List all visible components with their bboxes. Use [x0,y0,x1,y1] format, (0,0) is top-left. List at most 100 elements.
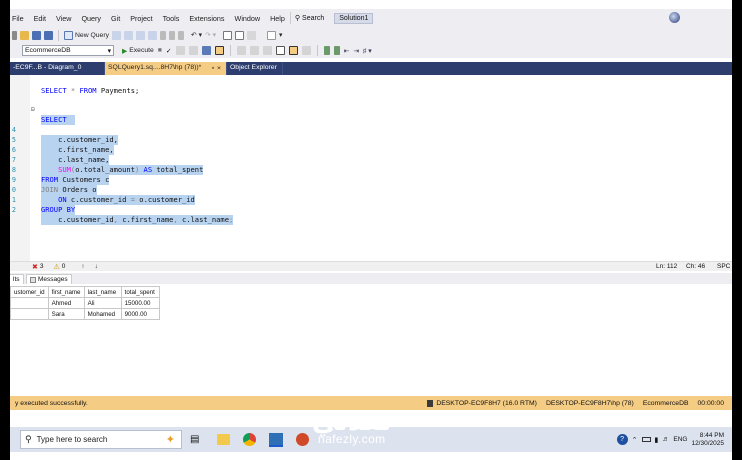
warning-icon[interactable]: ⚠ [54,263,60,271]
menu-extensions[interactable]: Extensions [184,14,229,23]
table-cell[interactable]: 15000.00 [120,297,160,309]
search-box[interactable]: ⚲ Search [289,12,328,24]
increase-indent-button[interactable]: ⇥ [353,45,359,57]
column-header[interactable]: first_name [47,286,85,298]
results-to-grid-icon[interactable] [249,46,259,55]
grid-results-icon[interactable] [288,46,298,55]
toolbar-overflow[interactable]: ▾ [279,29,282,41]
uncomment-icon[interactable] [333,46,340,55]
new-query-button[interactable]: New Query [64,29,109,41]
pin-icon[interactable]: ⋆ × [211,64,221,75]
clock-time: 8:44 PM [699,431,724,439]
column-header[interactable]: last_name [83,286,122,298]
chevron-up-icon[interactable]: ⌃ [632,436,638,444]
table-cell[interactable]: 9000.00 [120,308,160,320]
code-text: FROM Customers c [41,175,110,185]
menu-window[interactable]: Window [230,14,266,23]
decrease-indent-button[interactable]: ⇤ [344,45,350,57]
table-cell[interactable]: Ahmed [47,297,85,309]
activity-monitor-icon[interactable] [223,30,232,40]
task-view-icon[interactable]: ▤ [190,434,199,445]
specify-values-button[interactable]: ♯ ▾ [363,45,372,57]
table-cell[interactable] [10,308,49,320]
save-icon[interactable] [32,30,41,40]
grid-view-icon[interactable] [267,30,276,40]
line-number: 2 [11,206,16,214]
code-text: SELECT [41,115,76,125]
column-header[interactable]: total_spent [120,286,160,298]
table-cell[interactable] [10,297,49,309]
copy-icon[interactable] [169,30,175,40]
include-plan-icon[interactable] [201,46,211,55]
error-count[interactable]: 3 [40,263,44,270]
query-designer-icon[interactable] [188,46,198,55]
results-grid: ustomer_id first_name last_name total_sp… [10,286,160,320]
analysis-icon[interactable] [124,30,133,40]
results-to-text-icon[interactable] [236,46,246,55]
paste-icon[interactable] [178,30,184,40]
tab-sqlquery[interactable]: SQLQuery1.sq....8H7\hp (78))* ⋆ × [105,62,227,75]
elapsed-time: 00:00:00 [697,399,724,407]
dax-icon[interactable] [148,30,157,40]
menu-edit[interactable]: Edit [29,14,51,23]
battery-icon[interactable] [641,437,651,442]
estimated-plan-icon[interactable] [175,46,185,55]
ssms-icon[interactable] [269,432,284,447]
network-icon[interactable]: ▮ [655,436,659,444]
tab-messages[interactable]: Messages [26,274,72,284]
cut-icon[interactable] [160,30,166,40]
database-select[interactable]: EcommerceDB ▾ [22,45,114,56]
language-indicator[interactable]: ENG [673,436,687,443]
user-avatar[interactable] [669,12,680,23]
menu-file[interactable]: File [10,14,29,23]
table-row: Ahmed Ali 15000.00 [10,297,160,309]
properties-icon[interactable] [247,30,256,40]
menu-query[interactable]: Query [76,14,106,23]
redo-button[interactable]: ↷ ▾ [205,29,216,41]
xmla-icon[interactable] [136,30,145,40]
table-cell[interactable]: Sara [47,308,85,320]
live-stats-icon[interactable] [214,46,224,55]
open-file-icon[interactable] [20,30,29,40]
sparkle-icon: ✦ [165,434,175,446]
tab-results[interactable]: lts [10,274,24,284]
column-header[interactable]: ustomer_id [10,286,49,298]
document-tab-strip: -EC9F...B - Diagram_0 SQLQuery1.sq....8H… [10,62,732,75]
help-icon[interactable]: ? [616,434,628,445]
file-explorer-icon[interactable] [217,434,231,445]
parse-button[interactable]: ✓ [166,45,172,57]
volume-icon[interactable]: ♬ [662,436,669,443]
save-all-icon[interactable] [44,30,53,40]
powerpoint-icon[interactable] [296,433,310,446]
undo-button[interactable]: ↶ ▾ [191,29,202,41]
template-icon[interactable] [235,30,244,40]
chrome-icon[interactable] [243,433,257,446]
table-cell[interactable]: Ali [83,297,122,309]
warning-count[interactable]: 0 [62,263,66,270]
tab-object-explorer[interactable]: Object Explorer [227,62,283,75]
execute-button[interactable]: ▶ Execute [122,45,154,57]
play-icon: ▶ [122,47,128,55]
results-to-file-icon[interactable] [262,46,272,55]
tab-diagram[interactable]: -EC9F...B - Diagram_0 [10,62,105,75]
arrow-up-icon[interactable]: ↑ [81,263,84,270]
taskbar-search[interactable]: ⚲ Type here to search ✦ [20,430,182,449]
menu-git[interactable]: Git [106,14,125,23]
clock[interactable]: 8:44 PM 12/30/2025 [691,432,724,448]
sql-editor[interactable]: ⊟ SELECT * FROM Payments; SELECT 4 c.cus… [10,75,732,261]
file-results-icon[interactable] [301,46,311,55]
comment-icon[interactable] [323,46,330,55]
error-icon[interactable]: ✖ [32,263,38,271]
toolbar-divider [316,45,318,56]
back-icon[interactable] [12,30,17,40]
client-stats-icon[interactable] [275,46,285,55]
table-cell[interactable]: Mohamed [83,308,122,320]
toolbar-divider [229,45,231,56]
menu-project[interactable]: Project [125,14,157,23]
menu-view[interactable]: View [51,14,76,23]
arrow-down-icon[interactable]: ↓ [95,263,98,270]
db-query-icon[interactable] [112,30,121,40]
menu-help[interactable]: Help [265,14,290,23]
cancel-execute-button[interactable]: ■ [158,45,162,57]
menu-tools[interactable]: Tools [158,14,185,23]
